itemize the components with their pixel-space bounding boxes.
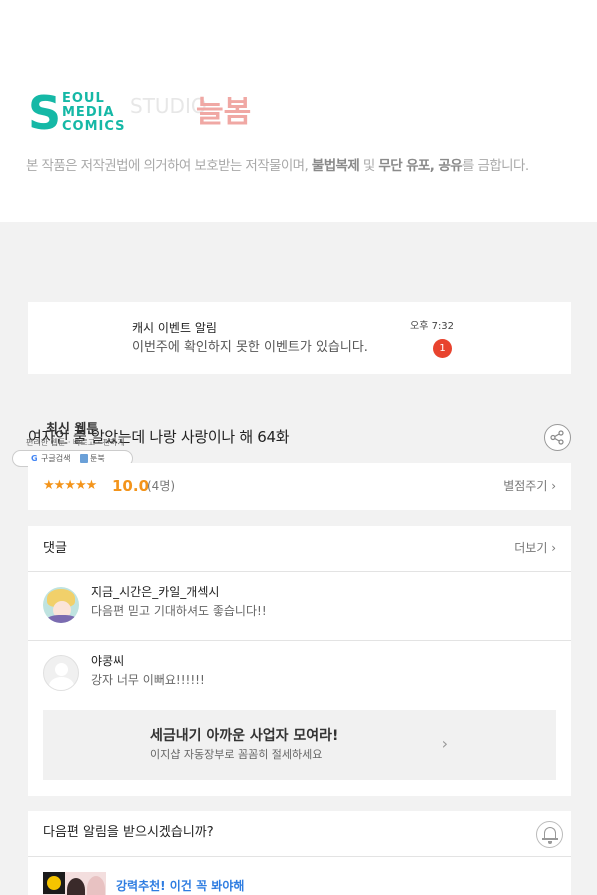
copyright-bold-2: 무단 유포, 공유 [378, 158, 463, 174]
copyright-prefix: 본 작품은 저작권법에 의거하여 보호받는 저작물이며, [26, 158, 312, 174]
comments-card: 댓글 더보기 › 지금_시간은_카일_개섹시 다음편 믿고 기대하셔도 좋습니다… [28, 526, 571, 796]
rate-button[interactable]: 별점주기 › [503, 478, 556, 495]
notification-badge: 1 [433, 339, 452, 358]
seoul-media-comics-logo: S EOUL MEDIA COMICS [28, 86, 125, 140]
notification-time: 오후 7:32 [410, 321, 455, 332]
divider [28, 856, 571, 857]
ad-subtitle: 이지샵 자동장부로 꼼꼼히 절세하세요 [150, 748, 323, 761]
overlay-subtitle: 편리한 웹툰 · 빠르고 · 편하게 [26, 438, 125, 447]
comments-header: 댓글 [43, 541, 67, 556]
overlay-title: 최신 웹툰 [46, 422, 99, 437]
next-episode-alert-card: 다음편 알림을 받으시겠습니까? 강력추천! 이건 꼭 봐야해 [28, 811, 571, 895]
ad-banner[interactable]: 세금내기 아까운 사업자 모여라! 이지샵 자동장부로 꼼꼼히 절세하세요 › [43, 710, 556, 780]
logo-line: COMICS [62, 119, 126, 134]
comment-author: 야콩씨 [91, 654, 125, 668]
comment-author: 지금_시간은_카일_개섹시 [91, 585, 220, 599]
copyright-notice: 본 작품은 저작권법에 의거하여 보호받는 저작물이며, 불법복제 및 무단 유… [26, 156, 586, 176]
recommend-link[interactable]: 강력추천! 이건 꼭 봐야해 [116, 878, 244, 895]
logo-letter: S [28, 86, 62, 140]
star-rating-icon: ★★★★★ [43, 478, 97, 493]
comments-more-link[interactable]: 더보기 › [514, 540, 556, 557]
share-button[interactable] [544, 424, 571, 451]
header-section: S EOUL MEDIA COMICS STUDIO 늘봄 본 작품은 저작권법… [0, 0, 597, 222]
rating-score: 10.0 [112, 477, 150, 495]
copyright-suffix: 를 금합니다. [462, 158, 529, 174]
ad-title: 세금내기 아까운 사업자 모여라! [150, 728, 339, 744]
default-avatar-icon [43, 655, 79, 691]
rating-count: (4명) [147, 479, 176, 493]
divider [28, 571, 571, 572]
comment-text: 다음편 믿고 기대하셔도 좋습니다!! [91, 604, 267, 618]
studio-name: 늘봄 [196, 95, 252, 130]
chevron-right-icon: › [441, 734, 448, 753]
recommend-thumbnail[interactable] [43, 872, 106, 895]
copyright-bold-1: 불법복제 [311, 158, 360, 174]
logo-words: EOUL MEDIA COMICS [62, 92, 126, 134]
share-icon [550, 430, 564, 445]
clock-icon [43, 872, 65, 894]
notification-message: 이번주에 확인하지 못한 이벤트가 있습니다. [132, 340, 368, 355]
book-icon [80, 454, 88, 463]
rating-card: ★★★★★ 10.0 (4명) 별점주기 › [28, 463, 571, 510]
logo-line: MEDIA [62, 105, 115, 120]
copyright-mid: 및 [359, 158, 379, 174]
avatar [43, 587, 79, 623]
comment-text: 강자 너무 이뻐요!!!!!! [91, 673, 205, 687]
bell-button[interactable] [536, 821, 563, 848]
notification-title: 캐시 이벤트 알림 [132, 321, 217, 335]
divider [28, 640, 571, 641]
logo-line: EOUL [62, 91, 105, 106]
cash-event-notification[interactable]: 캐시 이벤트 알림 이번주에 확인하지 못한 이벤트가 있습니다. 오후 7:3… [28, 302, 571, 374]
next-alert-question: 다음편 알림을 받으시겠습니까? [43, 825, 214, 840]
